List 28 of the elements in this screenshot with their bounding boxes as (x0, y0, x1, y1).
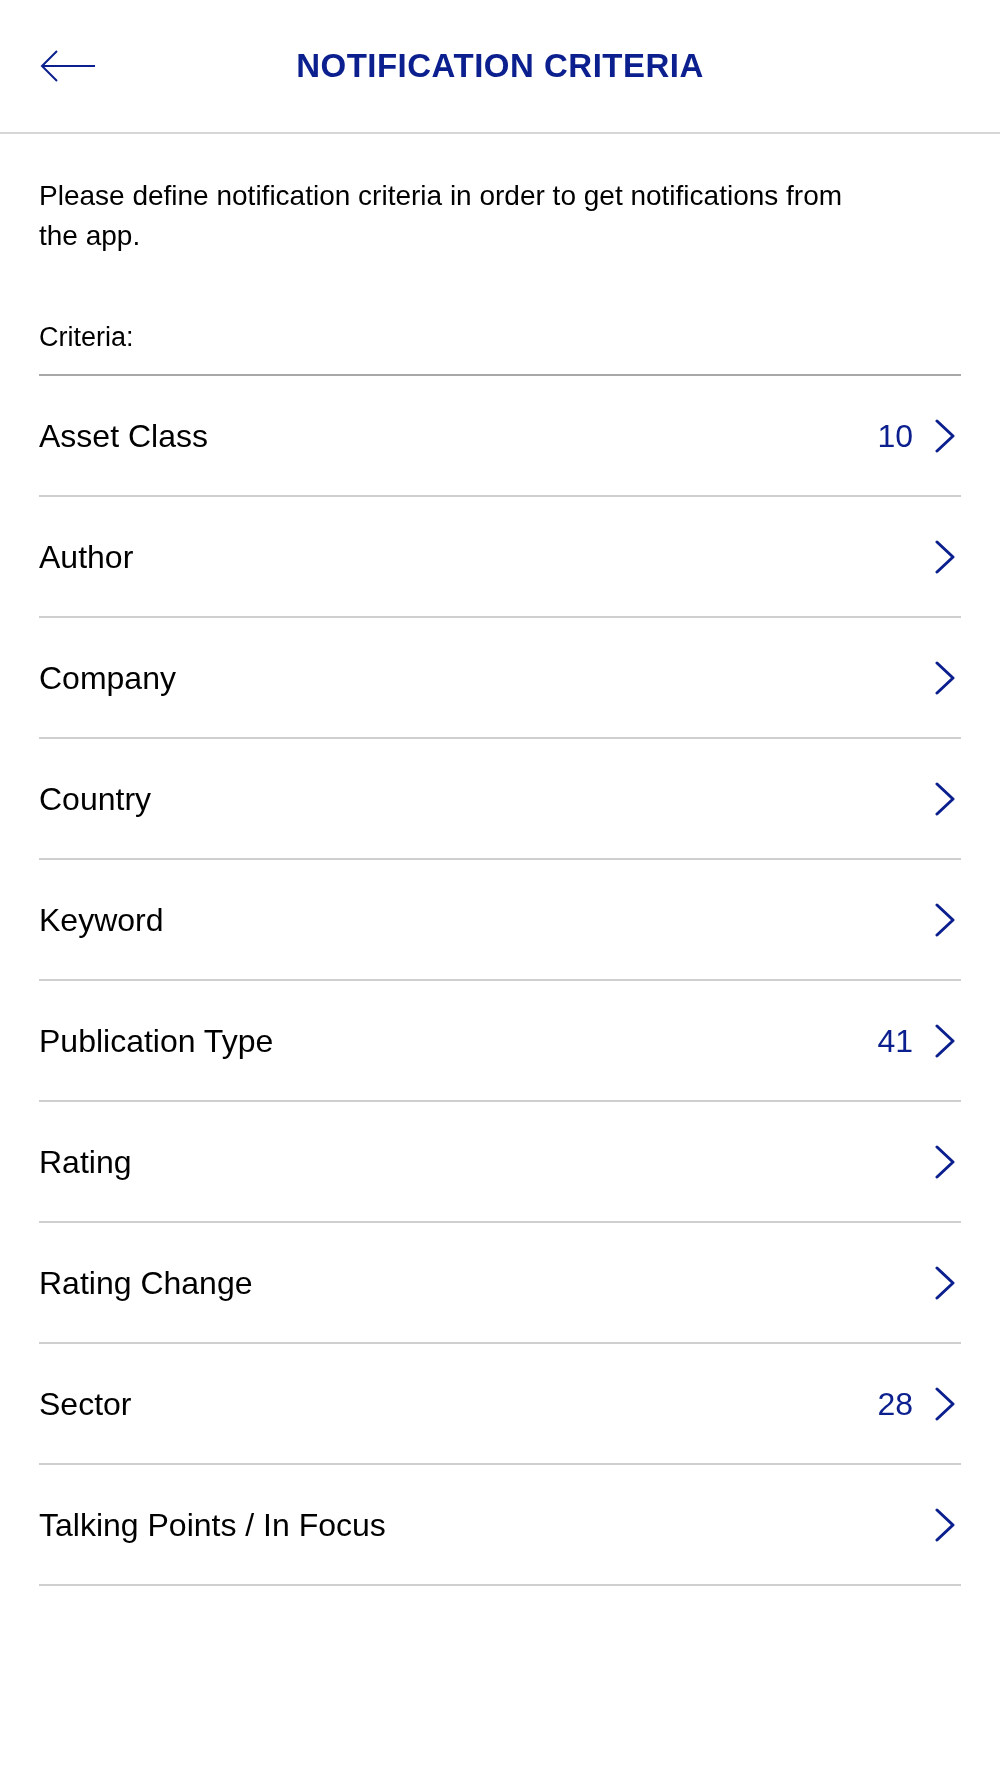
criteria-row[interactable]: Talking Points / In Focus (39, 1465, 961, 1586)
criteria-row[interactable]: Sector 28 (39, 1344, 961, 1465)
chevron-right-icon (935, 1265, 955, 1300)
section-label: Criteria: (39, 321, 135, 354)
chevron-right-icon (935, 1507, 955, 1542)
chevron-right-icon (935, 902, 955, 937)
chevron-right-icon (935, 660, 955, 695)
criteria-row[interactable]: Rating (39, 1102, 961, 1223)
criteria-row[interactable]: Publication Type 41 (39, 981, 961, 1102)
selection-count: 28 (877, 1384, 913, 1424)
intro-text: Please define notification criteria in order to get notifications from the app. (39, 179, 844, 253)
chevron-right-icon (935, 1386, 955, 1421)
chevron-right-icon (935, 781, 955, 816)
criteria-row[interactable]: Asset Class 10 (39, 376, 961, 497)
selection-count: 41 (877, 1021, 913, 1061)
back-button[interactable] (40, 50, 96, 82)
page-title: NOTIFICATION CRITERIA (295, 46, 705, 87)
criteria-row[interactable]: Company (39, 618, 961, 739)
criteria-row[interactable]: Keyword (39, 860, 961, 981)
criteria-row[interactable]: Country (39, 739, 961, 860)
chevron-right-icon (935, 1023, 955, 1058)
arrow-left-icon (40, 50, 96, 82)
criteria-row[interactable]: Rating Change (39, 1223, 961, 1344)
criteria-row[interactable]: Author (39, 497, 961, 618)
chevron-right-icon (935, 539, 955, 574)
chevron-right-icon (935, 1144, 955, 1179)
selection-count: 10 (877, 416, 913, 456)
chevron-right-icon (935, 418, 955, 453)
